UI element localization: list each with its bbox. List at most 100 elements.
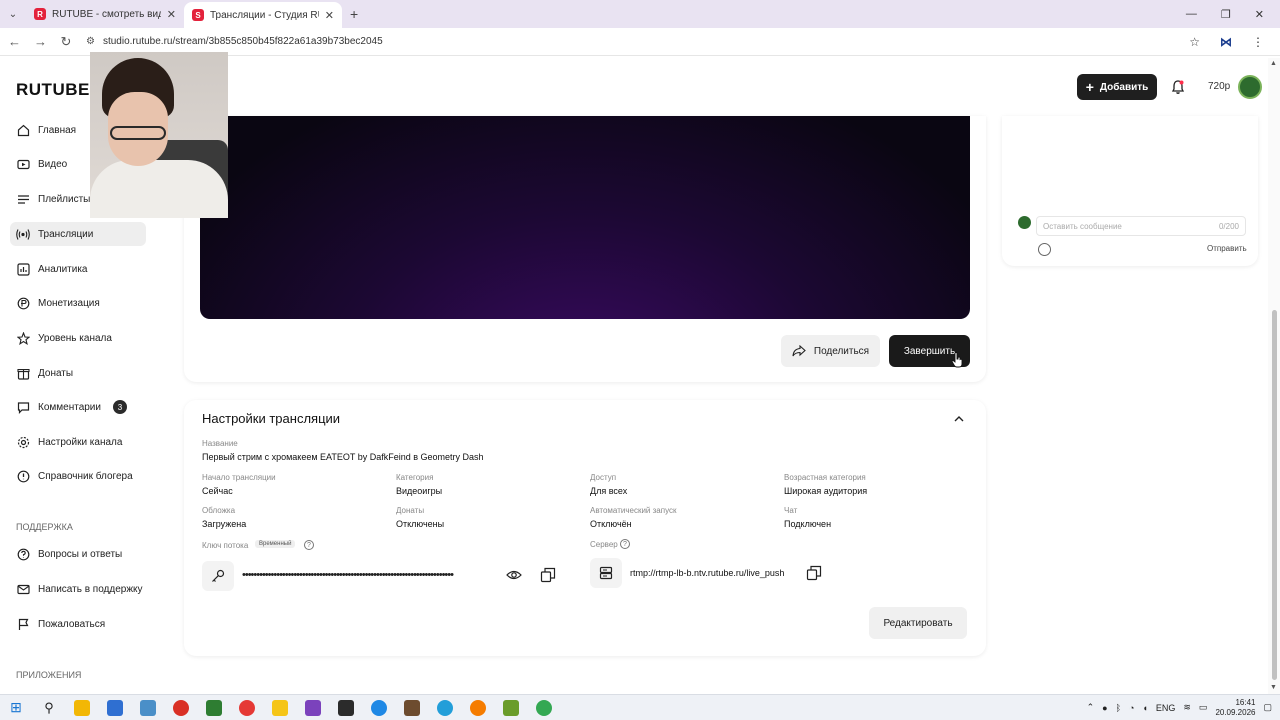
sidebar-item-monetization[interactable]: Монетизация — [10, 291, 146, 315]
bookmark-star-icon[interactable]: ☆ — [1189, 35, 1200, 49]
add-button-label: Добавить — [1099, 81, 1149, 93]
sidebar-item-label: Комментарии — [38, 401, 101, 413]
close-window-icon[interactable]: ✕ — [1255, 8, 1264, 21]
network-icon[interactable]: ◔ — [1129, 703, 1134, 713]
chat-message-input[interactable]: Оставить сообщение 0/200 — [1036, 216, 1246, 236]
microphone-icon[interactable]: ● — [1102, 703, 1107, 713]
clock-date: 20.09.2026 — [1215, 707, 1256, 717]
volume-icon[interactable]: ◖ — [1142, 703, 1147, 713]
app-icon-notes[interactable] — [74, 699, 90, 716]
copy-server-icon[interactable] — [806, 565, 822, 581]
copy-key-icon[interactable] — [540, 567, 556, 583]
plus-icon: + — [1085, 79, 1094, 95]
sidebar-item-contact-support[interactable]: Написать в поддержку — [10, 577, 146, 601]
extension-icon[interactable]: ⋈ — [1220, 35, 1232, 49]
scroll-up-icon[interactable]: ▲ — [1270, 60, 1277, 67]
battery-icon[interactable]: ▭ — [1199, 702, 1208, 713]
wifi-icon[interactable]: ≋ — [1183, 702, 1191, 713]
blender-icon[interactable] — [470, 699, 486, 716]
sidebar-item-label: Справочник блогера — [38, 470, 133, 482]
sidebar-item-label: Написать в поддержку — [38, 583, 143, 595]
close-tab-icon[interactable]: ✕ — [325, 9, 334, 22]
sidebar-item-donations[interactable]: Донаты — [10, 361, 146, 385]
browser-menu-icon[interactable]: ⋮ — [1252, 35, 1264, 49]
terminal-icon[interactable] — [338, 699, 354, 716]
rutube-logo[interactable]: RUTUBE — [16, 80, 90, 100]
age-category-label: Возрастная категория — [784, 473, 866, 482]
sidebar-item-broadcasts[interactable]: Трансляции — [10, 222, 146, 246]
server-help-icon[interactable]: ? — [620, 539, 630, 549]
app-icon-green[interactable] — [503, 699, 519, 716]
search-icon[interactable]: ⚲ — [41, 700, 57, 716]
sidebar-item-faq[interactable]: Вопросы и ответы — [10, 542, 146, 566]
stream-video-player[interactable] — [200, 116, 970, 319]
app-icon-purple[interactable] — [305, 699, 321, 716]
chrome-icon[interactable] — [173, 699, 189, 716]
app-icon-red[interactable] — [239, 699, 255, 716]
minimize-icon[interactable]: — — [1186, 8, 1197, 21]
chat-send-button[interactable]: Отправить — [1207, 244, 1247, 253]
scrollbar-thumb[interactable] — [1272, 310, 1277, 680]
sidebar-item-blogger-guide[interactable]: Справочник блогера — [10, 464, 146, 488]
app-icon-chart[interactable] — [107, 699, 123, 716]
sidebar-item-label: Донаты — [38, 367, 74, 379]
chat-placeholder: Оставить сообщение — [1043, 221, 1122, 231]
video-icon — [16, 157, 30, 171]
language-indicator[interactable]: ENG — [1156, 703, 1176, 713]
clock[interactable]: 16:41 20.09.2026 — [1215, 698, 1255, 718]
server-icon — [599, 566, 613, 580]
sidebar-item-analytics[interactable]: Аналитика — [10, 257, 146, 281]
new-tab-icon[interactable]: + — [342, 6, 366, 22]
site-info-icon[interactable]: ⚙ — [86, 36, 95, 47]
tray-chevron-icon[interactable]: ⌃ — [1087, 702, 1095, 713]
eye-icon[interactable] — [506, 568, 522, 582]
sidebar-item-report[interactable]: Пожаловаться — [10, 612, 146, 636]
key-help-icon[interactable]: ? — [304, 540, 314, 550]
apps-heading: ПРИЛОЖЕНИЯ — [16, 670, 82, 680]
cover-label: Обложка — [202, 506, 236, 515]
tab-studio[interactable]: S Трансляции - Студия RUTUBE ✕ — [184, 2, 342, 28]
tab-search-icon[interactable]: ⌄ — [0, 9, 26, 20]
support-heading: ПОДДЕРЖКА — [16, 522, 73, 532]
share-button[interactable]: Поделиться — [781, 335, 880, 367]
chrome-active-icon[interactable] — [536, 699, 552, 716]
app-icon-blue[interactable] — [371, 699, 387, 716]
user-avatar[interactable] — [1238, 75, 1262, 99]
telegram-icon[interactable] — [437, 699, 453, 716]
close-tab-icon[interactable]: ✕ — [167, 8, 176, 21]
emoji-icon[interactable] — [1038, 243, 1051, 256]
sidebar-item-comments[interactable]: Комментарии 3 — [10, 395, 146, 419]
app-icon-window[interactable] — [140, 699, 156, 716]
quality-label[interactable]: 720p — [1208, 81, 1230, 92]
donations-label: Донаты — [396, 506, 425, 515]
tab-rutube[interactable]: R RUTUBE - смотреть видео он... ✕ — [26, 0, 184, 28]
clock-time: 16:41 — [1235, 697, 1256, 707]
bluetooth-icon[interactable]: ᛒ — [1116, 703, 1121, 713]
sidebar-item-label: Плейлисты — [38, 193, 91, 205]
sidebar-item-label: Уровень канала — [38, 332, 112, 344]
minecraft-icon[interactable] — [206, 699, 222, 716]
notifications-bell-icon[interactable] — [1170, 79, 1186, 95]
stream-name-value: Первый стрим с хромакеем EATEOT by DafkF… — [202, 452, 484, 462]
back-icon[interactable]: ← — [8, 34, 21, 49]
home-icon — [16, 123, 30, 137]
stream-name-label: Название — [202, 439, 238, 448]
url-field[interactable]: ⚙ studio.rutube.ru/stream/3b855c850b45f8… — [86, 31, 1175, 53]
forward-icon[interactable]: → — [34, 34, 47, 49]
maximize-icon[interactable]: ❐ — [1221, 8, 1231, 21]
sidebar-item-channel-level[interactable]: Уровень канала — [10, 326, 146, 350]
file-explorer-icon[interactable] — [272, 699, 288, 716]
add-button[interactable]: + Добавить — [1077, 74, 1157, 100]
scroll-down-icon[interactable]: ▼ — [1270, 684, 1277, 691]
notifications-icon[interactable]: ▢ — [1263, 702, 1272, 713]
chevron-up-icon[interactable] — [952, 412, 966, 426]
edit-button[interactable]: Редактировать — [869, 607, 967, 639]
reload-icon[interactable]: ↻ — [60, 34, 72, 50]
windows-start-icon[interactable]: ⊞ — [8, 699, 24, 716]
sidebar-item-label: Аналитика — [38, 263, 88, 275]
stream-settings-card — [184, 400, 986, 656]
sidebar-item-label: Пожаловаться — [38, 618, 106, 630]
sidebar-item-channel-settings[interactable]: Настройки канала — [10, 430, 146, 454]
browser-tab-bar: ⌄ R RUTUBE - смотреть видео он... ✕ S Тр… — [0, 0, 1280, 28]
app-icon-block[interactable] — [404, 699, 420, 716]
